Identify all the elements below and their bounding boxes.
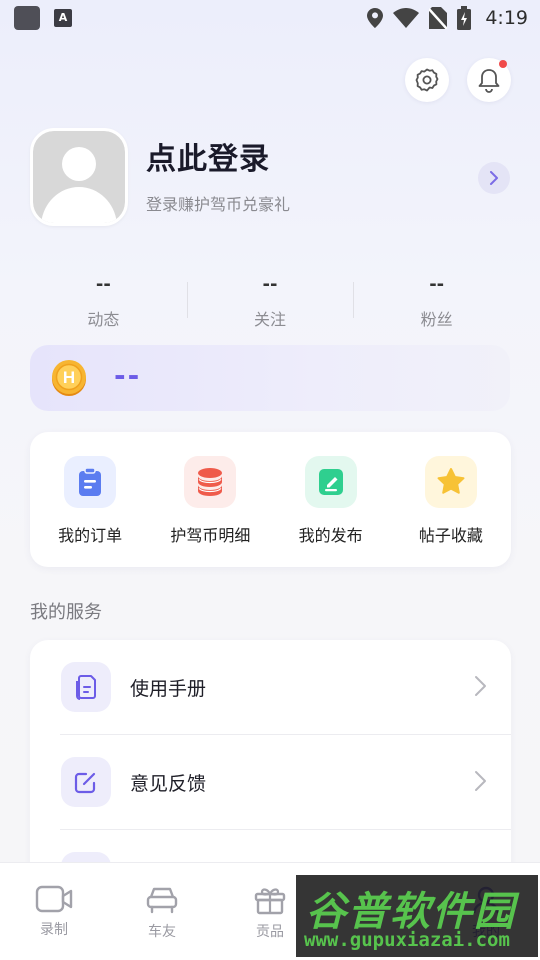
tab-label: 车友 xyxy=(148,924,176,940)
divider xyxy=(60,829,511,830)
manual-icon xyxy=(61,662,111,712)
app-square-icon xyxy=(14,6,40,30)
chevron-right-icon xyxy=(475,676,486,696)
status-bar: A 4:19 xyxy=(0,0,540,36)
login-title[interactable]: 点此登录 xyxy=(146,134,270,178)
stat-posts[interactable]: -- 动态 xyxy=(20,272,187,332)
stat-value: -- xyxy=(95,274,111,295)
stat-label: 关注 xyxy=(254,310,287,329)
stat-following[interactable]: -- 关注 xyxy=(186,272,354,332)
order-list-icon xyxy=(64,456,117,508)
settings-button[interactable] xyxy=(405,58,449,102)
no-sim-icon xyxy=(429,7,448,29)
a-notification-icon: A xyxy=(54,9,72,27)
watermark: 谷普软件园 www.gupuxiazai.com xyxy=(296,875,538,957)
edit-post-icon xyxy=(304,456,357,508)
quick-label: 我的订单 xyxy=(58,526,123,545)
avatar[interactable] xyxy=(30,128,128,226)
h-coin-icon: H xyxy=(52,360,86,396)
car-icon xyxy=(146,887,178,914)
video-camera-icon xyxy=(35,885,73,913)
stat-followers[interactable]: -- 粉丝 xyxy=(353,272,520,332)
notification-button[interactable] xyxy=(467,58,511,102)
feedback-icon xyxy=(61,757,111,807)
location-icon xyxy=(367,8,384,28)
star-icon xyxy=(424,456,477,508)
battery-charging-icon xyxy=(457,6,472,30)
coin-balance-bar[interactable]: H -- xyxy=(30,345,510,411)
stat-label: 动态 xyxy=(87,310,120,329)
status-time: 4:19 xyxy=(485,7,528,29)
quick-label: 我的发布 xyxy=(298,526,363,545)
tab-label: 录制 xyxy=(40,922,68,938)
service-label: 意见反馈 xyxy=(130,773,207,795)
watermark-url: www.gupuxiazai.com xyxy=(304,929,510,951)
coin-value: -- xyxy=(114,359,142,392)
bell-icon xyxy=(478,69,500,93)
service-label: 使用手册 xyxy=(130,678,207,700)
quick-label: 帖子收藏 xyxy=(418,526,483,545)
service-row-feedback[interactable]: 意见反馈 xyxy=(30,735,511,830)
quick-actions-card: 我的订单 护驾币明细 我的发布 帖子收藏 xyxy=(30,432,511,567)
stat-label: 粉丝 xyxy=(420,310,453,329)
gear-icon xyxy=(415,68,439,92)
svg-text:H: H xyxy=(63,368,75,387)
default-avatar-icon xyxy=(41,147,117,223)
quick-my-orders[interactable]: 我的订单 xyxy=(30,456,150,567)
tab-car-friends[interactable]: 车友 xyxy=(108,863,216,960)
quick-favorites[interactable]: 帖子收藏 xyxy=(391,456,511,567)
services-title: 我的服务 xyxy=(30,602,102,623)
quick-my-posts[interactable]: 我的发布 xyxy=(271,456,391,567)
login-subtitle: 登录赚护驾币兑豪礼 xyxy=(146,195,291,214)
stats-row: -- 动态 -- 关注 -- 粉丝 xyxy=(20,272,520,332)
coin-stack-icon xyxy=(184,456,237,508)
service-row-manual[interactable]: 使用手册 xyxy=(30,640,511,735)
wifi-icon xyxy=(393,8,420,28)
chevron-right-icon xyxy=(475,771,486,791)
tab-label: 贡品 xyxy=(256,924,284,940)
profile-arrow-button[interactable] xyxy=(478,162,510,194)
chevron-right-icon xyxy=(490,171,498,185)
notification-dot xyxy=(499,60,507,68)
stat-value: -- xyxy=(429,274,445,295)
quick-coin-details[interactable]: 护驾币明细 xyxy=(150,456,270,567)
gift-icon xyxy=(254,888,286,915)
quick-label: 护驾币明细 xyxy=(170,526,251,545)
stat-value: -- xyxy=(262,274,278,295)
tab-record[interactable]: 录制 xyxy=(0,863,108,960)
